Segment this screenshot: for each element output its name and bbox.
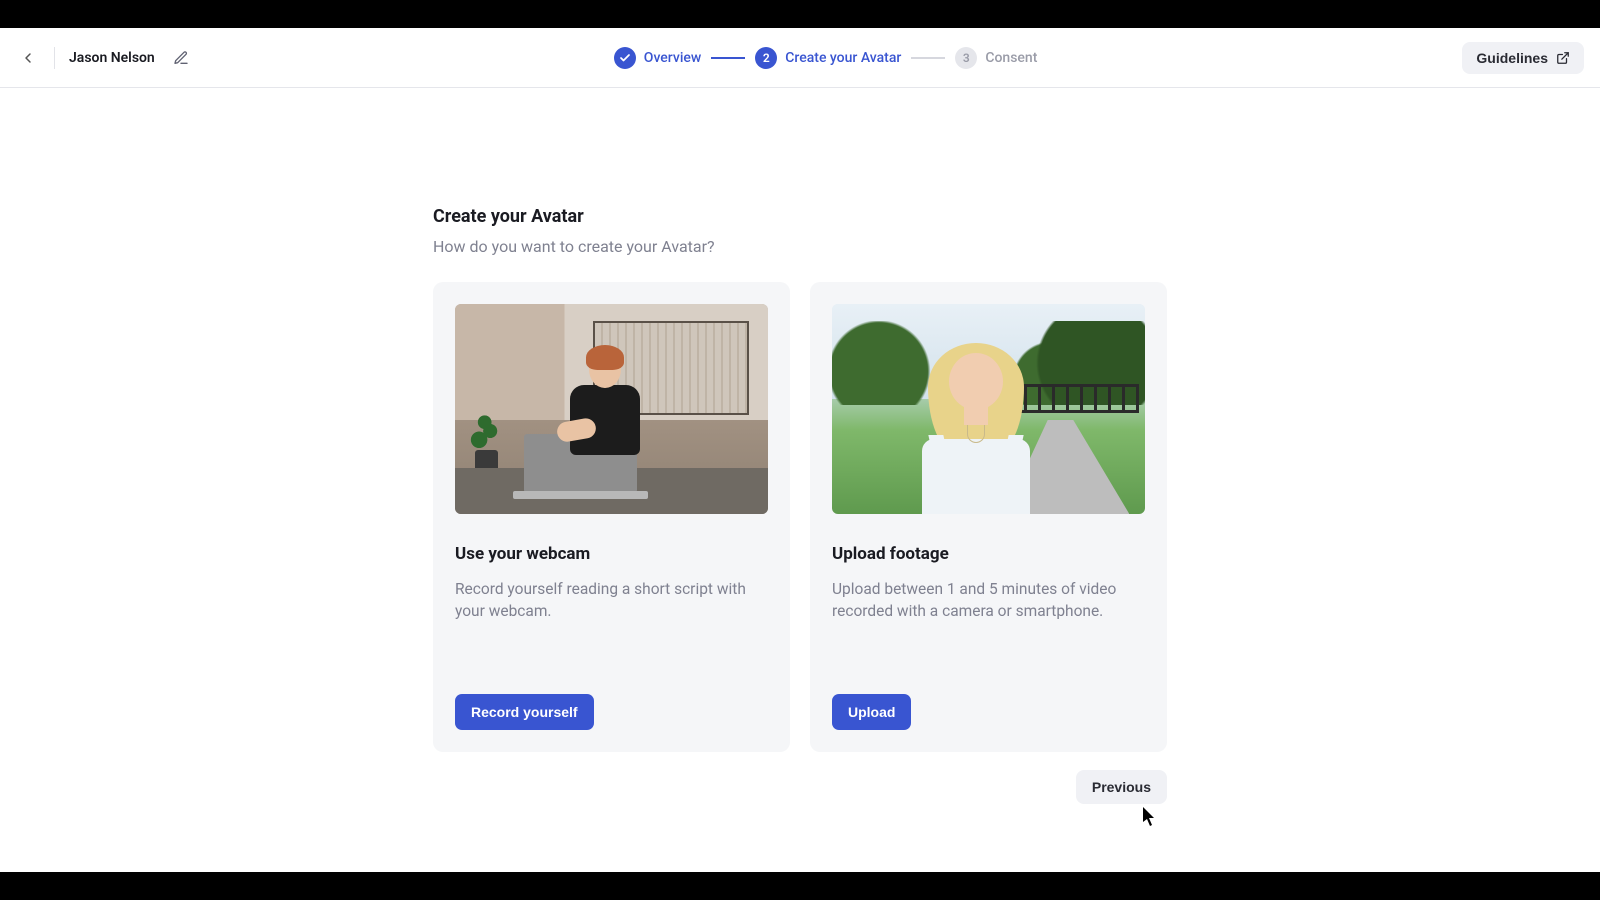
user-name: Jason Nelson bbox=[69, 50, 155, 66]
card-webcam[interactable]: Use your webcam Record yourself reading … bbox=[433, 282, 790, 752]
card-upload-desc: Upload between 1 and 5 minutes of video … bbox=[832, 578, 1145, 648]
guidelines-label: Guidelines bbox=[1476, 50, 1548, 66]
divider bbox=[54, 47, 55, 69]
back-button[interactable] bbox=[16, 46, 40, 70]
step-overview-label: Overview bbox=[644, 50, 701, 66]
content-inner: Create your Avatar How do you want to cr… bbox=[433, 206, 1167, 752]
step-consent: 3 Consent bbox=[955, 47, 1037, 69]
cursor-icon bbox=[1143, 807, 1157, 827]
step-3-number: 3 bbox=[963, 51, 970, 65]
content: Create your Avatar How do you want to cr… bbox=[0, 88, 1600, 804]
step-create-avatar-label: Create your Avatar bbox=[785, 50, 901, 66]
step-consent-label: Consent bbox=[985, 50, 1037, 66]
upload-button[interactable]: Upload bbox=[832, 694, 911, 730]
record-yourself-button[interactable]: Record yourself bbox=[455, 694, 594, 730]
card-webcam-image bbox=[455, 304, 768, 514]
step-create-avatar[interactable]: 2 Create your Avatar bbox=[755, 47, 901, 69]
card-upload-image bbox=[832, 304, 1145, 514]
step-overview-indicator bbox=[614, 47, 636, 69]
previous-button[interactable]: Previous bbox=[1076, 770, 1167, 804]
page-title: Create your Avatar bbox=[433, 206, 1167, 227]
step-create-avatar-indicator: 2 bbox=[755, 47, 777, 69]
step-consent-indicator: 3 bbox=[955, 47, 977, 69]
letterbox-bottom bbox=[0, 872, 1600, 900]
card-upload[interactable]: Upload footage Upload between 1 and 5 mi… bbox=[810, 282, 1167, 752]
card-upload-title: Upload footage bbox=[832, 544, 1145, 564]
page-subtitle: How do you want to create your Avatar? bbox=[433, 237, 1167, 256]
pencil-icon bbox=[173, 50, 189, 66]
card-webcam-desc: Record yourself reading a short script w… bbox=[455, 578, 768, 648]
check-icon bbox=[619, 52, 631, 64]
external-link-icon bbox=[1556, 51, 1570, 65]
footer-row: Previous bbox=[433, 770, 1167, 804]
step-connector-1 bbox=[711, 57, 745, 59]
letterbox-top bbox=[0, 0, 1600, 28]
app-frame: Jason Nelson Overview 2 Create your Avat… bbox=[0, 28, 1600, 872]
step-overview[interactable]: Overview bbox=[614, 47, 701, 69]
topbar-left: Jason Nelson bbox=[16, 46, 189, 70]
guidelines-button[interactable]: Guidelines bbox=[1462, 42, 1584, 74]
stepper: Overview 2 Create your Avatar 3 Consent bbox=[614, 47, 1038, 69]
step-connector-2 bbox=[911, 57, 945, 59]
edit-name-button[interactable] bbox=[173, 50, 189, 66]
chevron-left-icon bbox=[20, 50, 36, 66]
step-2-number: 2 bbox=[763, 51, 770, 65]
topbar: Jason Nelson Overview 2 Create your Avat… bbox=[0, 28, 1600, 88]
option-cards: Use your webcam Record yourself reading … bbox=[433, 282, 1167, 752]
card-webcam-title: Use your webcam bbox=[455, 544, 768, 564]
